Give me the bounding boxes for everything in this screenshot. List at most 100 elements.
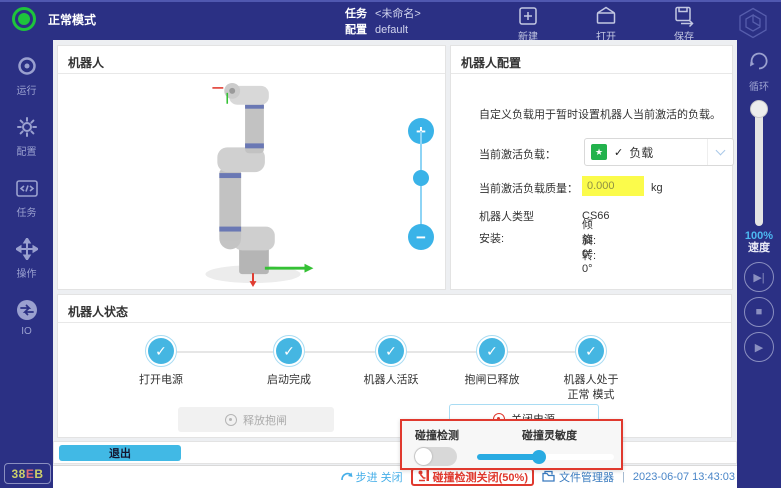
config-value: default (375, 22, 408, 38)
sidebar-item-label: 操作 (17, 265, 37, 280)
step-mode-status[interactable]: 步进 关闭 (340, 469, 403, 485)
config-panel-title: 机器人配置 (461, 54, 521, 71)
sidebar-item-label: 配置 (17, 143, 37, 158)
robot-3d-view[interactable] (153, 78, 353, 293)
sidebar-item-operate[interactable]: 操作 (0, 238, 53, 280)
new-task-button[interactable]: 新建 (505, 5, 551, 43)
speed-value: 100% (737, 230, 781, 242)
sidebar-item-run[interactable]: 运行 (0, 55, 53, 97)
exit-strip: 退出 (53, 441, 737, 464)
move-icon (16, 238, 38, 263)
step-arrow-icon (340, 470, 353, 485)
star-icon: ★ (595, 147, 603, 158)
play-icon: ▶ (755, 341, 763, 354)
step-check-icon: ✓ (575, 335, 607, 367)
sensitivity-slider-fill (477, 454, 539, 460)
collision-sensitivity-label: 碰撞灵敏度 (522, 427, 577, 443)
new-icon (517, 5, 539, 27)
io-icon (16, 299, 38, 324)
payload-description: 自定义负载用于暂时设置机器人当前激活的负载。 (479, 106, 721, 122)
divider (58, 322, 731, 323)
status-code-badge: 38 E B (4, 463, 51, 484)
topbar-actions: 新建 打开 保存 (505, 5, 707, 43)
badge-part: E (26, 467, 35, 481)
chevron-down-icon (716, 146, 726, 156)
divider (58, 73, 445, 74)
open-task-button[interactable]: 打开 (583, 5, 629, 43)
sidebar-item-io[interactable]: IO (0, 299, 53, 337)
task-value: <未命名> (375, 6, 421, 22)
status-step-normal-mode: ✓ 机器人处于 正常 模式 (536, 335, 646, 403)
sidebar-item-label: 运行 (17, 82, 37, 97)
payload-selected-value: 负载 (629, 144, 707, 161)
sidebar-item-config[interactable]: 配置 (0, 116, 53, 158)
sidebar-item-label: IO (21, 326, 32, 337)
sensitivity-slider-knob[interactable] (532, 450, 546, 464)
task-config-info: 任务 <未命名> 配置 default (345, 6, 421, 38)
mass-label: 当前激活负载质量： (479, 180, 578, 196)
payload-mass-row: 当前激活负载质量： kg (479, 180, 578, 196)
loop-button[interactable]: 循环 (737, 48, 781, 93)
step-label: 机器人处于 正常 模式 (564, 373, 619, 403)
run-icon (16, 55, 38, 80)
minus-icon: − (416, 229, 426, 246)
step-label: 启动完成 (267, 373, 311, 388)
payload-label: 当前激活负载： (479, 146, 556, 162)
badge-part: B (34, 467, 43, 481)
payload-dropdown[interactable]: ★ ✓ 负载 (584, 138, 734, 166)
collision-status-text: 碰撞检测关闭(50%) (433, 469, 528, 485)
mode-indicator[interactable]: 正常模式 (12, 7, 96, 31)
sidebar-item-task[interactable]: 任务 (0, 177, 53, 219)
dropdown-caret[interactable] (707, 139, 733, 165)
speed-label: 速度 (737, 242, 781, 254)
collision-detect-toggle[interactable] (414, 447, 457, 466)
sensitivity-slider[interactable] (477, 454, 614, 460)
status-panel-title: 机器人状态 (68, 303, 128, 320)
play-button[interactable]: ▶ (744, 332, 774, 362)
statusbar-separator: | (622, 471, 625, 483)
folder-icon (542, 470, 555, 485)
config-label: 配置 (345, 22, 367, 38)
step-status-text: 步进 关闭 (356, 469, 403, 485)
gear-icon (16, 116, 38, 141)
status-step-robot-active: ✓ 机器人活跃 (336, 335, 446, 388)
stop-icon: ■ (756, 306, 763, 318)
active-payload-row: 当前激活负载： ★ ✓ 负载 (479, 146, 556, 162)
zoom-out-button[interactable]: − (408, 224, 434, 250)
loop-label: 循环 (749, 78, 769, 93)
speed-readout[interactable]: 100% 速度 (737, 230, 781, 254)
exit-button[interactable]: 退出 (59, 445, 181, 461)
speed-slider-track[interactable] (755, 108, 763, 226)
mass-unit: kg (651, 182, 663, 194)
collision-status-badge[interactable]: 碰撞检测关闭(50%) (411, 468, 534, 486)
statusbar: 步进 关闭 碰撞检测关闭(50%) (53, 465, 737, 488)
status-step-power-on: ✓ 打开电源 (106, 335, 216, 388)
release-brake-button[interactable]: 释放抱闸 (178, 407, 334, 432)
payload-flag-icon: ★ (591, 144, 607, 160)
stop-button[interactable]: ■ (744, 297, 774, 327)
mode-label: 正常模式 (48, 11, 96, 28)
speed-slider-knob[interactable] (750, 100, 768, 118)
step-label: 抱闸已释放 (465, 373, 520, 388)
main-content: 机器人 (53, 40, 737, 488)
mount-rotate-value: 旋转: 0° (582, 231, 596, 275)
app-window: 正常模式 任务 <未命名> 配置 default 新建 (0, 0, 781, 488)
mass-input[interactable] (582, 176, 644, 196)
brake-icon (225, 414, 237, 426)
badge-part: 38 (11, 467, 25, 481)
collision-detect-label: 碰撞检测 (415, 427, 459, 443)
step-forward-button[interactable]: ▶| (744, 262, 774, 292)
mount-label: 安装: (479, 230, 504, 246)
divider (451, 73, 732, 74)
robot-viewport-panel: 机器人 (57, 45, 446, 290)
open-icon (595, 5, 617, 27)
file-manager-button[interactable]: 文件管理器 (542, 469, 614, 485)
save-task-button[interactable]: 保存 (661, 5, 707, 43)
task-label: 任务 (345, 6, 367, 22)
zoom-slider-knob[interactable] (413, 170, 429, 186)
step-check-icon: ✓ (273, 335, 305, 367)
loop-icon (746, 48, 772, 77)
step-label: 机器人活跃 (364, 373, 419, 388)
step-label: 打开电源 (139, 373, 183, 388)
right-sidebar: 循环 100% 速度 ▶| ■ ▶ (737, 40, 781, 488)
